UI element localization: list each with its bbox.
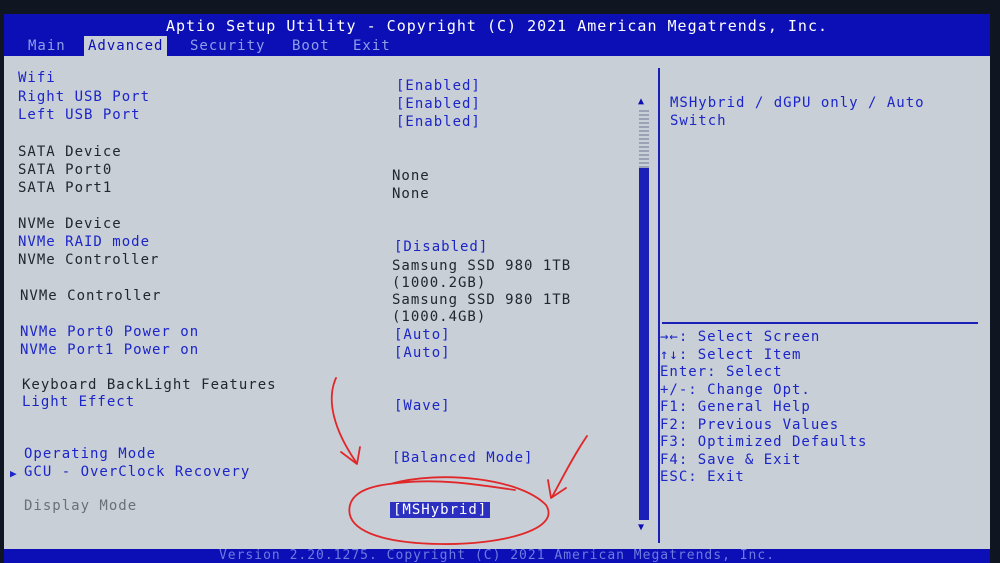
annotation-overlay: [330, 377, 588, 545]
annotation-arrowhead-left: [340, 446, 361, 465]
annotation-arrow-left: [330, 377, 357, 463]
annotation-circle: [348, 476, 550, 545]
annotation-arrow-right: [551, 435, 588, 498]
